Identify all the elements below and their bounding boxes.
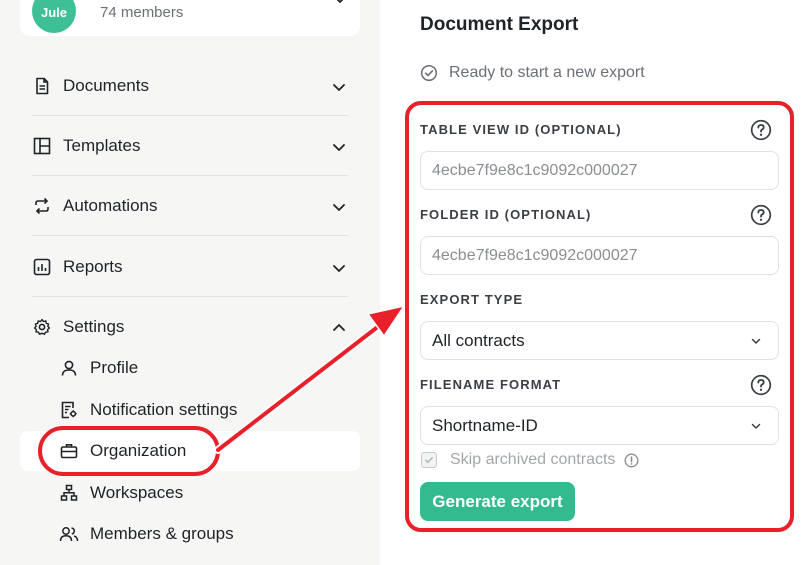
- page-title: Document Export: [420, 14, 579, 35]
- user-icon: [58, 357, 80, 379]
- chevron-down-icon[interactable]: [334, 0, 346, 6]
- annotation-highlight-box: [405, 101, 794, 532]
- organization-switcher[interactable]: Jule 74 members: [20, 0, 360, 36]
- sidebar-subitem-label: Profile: [90, 358, 139, 377]
- document-icon: [32, 76, 52, 96]
- automations-icon: [32, 196, 52, 216]
- settings-icon: [32, 317, 52, 337]
- chevron-down-icon: [333, 204, 345, 211]
- divider: [32, 115, 348, 116]
- annotation-highlight-oval: [38, 426, 220, 476]
- sidebar-item-automations[interactable]: Automations: [32, 191, 348, 221]
- sidebar-subitem-profile[interactable]: Profile: [58, 353, 348, 383]
- members-icon: [58, 523, 80, 545]
- sidebar-item-templates[interactable]: Templates: [32, 131, 348, 161]
- divider: [32, 175, 348, 176]
- workspaces-icon: [58, 482, 80, 504]
- sidebar-subitem-label: Workspaces: [90, 483, 184, 502]
- check-circle-icon: [420, 64, 438, 82]
- divider: [32, 296, 348, 297]
- sidebar-item-documents[interactable]: Documents: [32, 71, 348, 101]
- sidebar-item-label: Documents: [63, 76, 149, 95]
- status-text: Ready to start a new export: [449, 64, 645, 81]
- reports-icon: [32, 257, 52, 277]
- organization-avatar: Jule: [32, 0, 76, 33]
- sidebar: Jule 74 members Documents Templates Auto…: [0, 0, 380, 565]
- sidebar-subitem-notification-settings[interactable]: Notification settings: [58, 395, 348, 425]
- sidebar-subitem-label: Notification settings: [90, 400, 238, 419]
- sidebar-item-label: Automations: [63, 196, 158, 215]
- chevron-down-icon: [333, 144, 345, 151]
- chevron-down-icon: [333, 265, 345, 272]
- sidebar-item-settings[interactable]: Settings: [32, 312, 348, 342]
- sidebar-item-label: Templates: [63, 136, 141, 155]
- export-status: Ready to start a new export: [420, 63, 645, 83]
- sidebar-item-label: Reports: [63, 257, 123, 276]
- notification-settings-icon: [58, 399, 80, 421]
- organization-member-count: 74 members: [100, 4, 184, 21]
- sidebar-subitem-workspaces[interactable]: Workspaces: [58, 478, 348, 508]
- chevron-up-icon: [333, 324, 345, 331]
- sidebar-item-reports[interactable]: Reports: [32, 252, 348, 282]
- sidebar-item-label: Settings: [63, 317, 125, 336]
- chevron-down-icon: [333, 84, 345, 91]
- sidebar-subitem-label: Members & groups: [90, 524, 234, 543]
- divider: [32, 235, 348, 236]
- sidebar-subitem-members-groups[interactable]: Members & groups: [58, 519, 348, 549]
- template-icon: [32, 136, 52, 156]
